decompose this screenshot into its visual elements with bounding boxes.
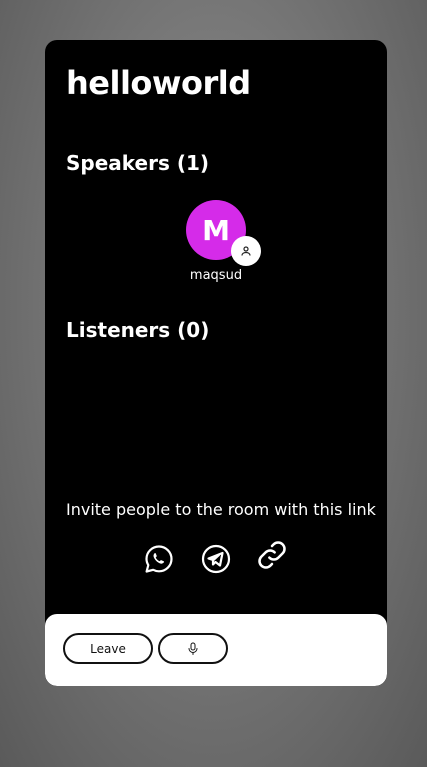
controls-bar: Leave: [45, 614, 387, 686]
speaker-name: maqsud: [189, 268, 243, 283]
microphone-icon: [187, 642, 199, 656]
leave-button[interactable]: Leave: [63, 633, 153, 664]
listeners-heading: Listeners (0): [66, 318, 210, 342]
room-card: helloworld Speakers (1) M maqsud Listene…: [45, 40, 387, 686]
invite-text: Invite people to the room with this link: [66, 500, 376, 519]
whatsapp-icon[interactable]: [142, 542, 176, 576]
telegram-icon[interactable]: [199, 542, 233, 576]
speakers-heading: Speakers (1): [66, 151, 210, 175]
speaker-item[interactable]: M maqsud: [186, 200, 266, 283]
mic-button[interactable]: [158, 633, 228, 664]
share-row: [142, 541, 292, 578]
room-title: helloworld: [66, 64, 251, 102]
link-icon[interactable]: [255, 538, 289, 572]
person-icon: [231, 236, 261, 266]
